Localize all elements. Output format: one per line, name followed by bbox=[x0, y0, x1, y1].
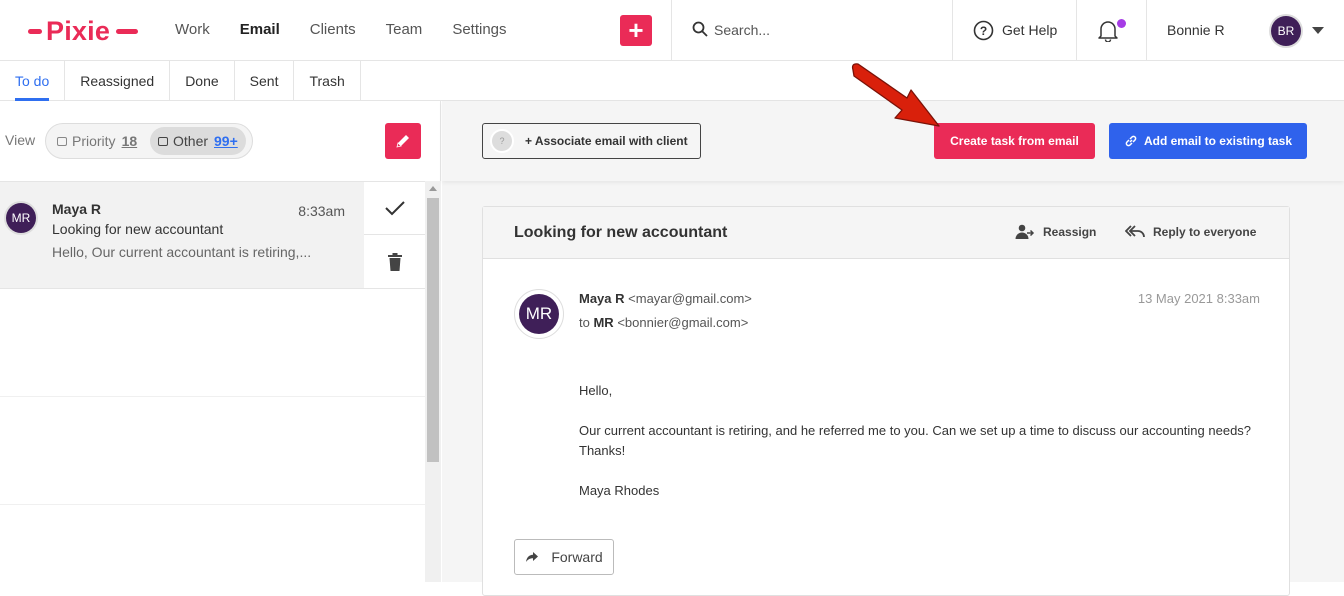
reassign-user-icon bbox=[1015, 224, 1035, 239]
list-scrollbar[interactable] bbox=[425, 181, 441, 582]
add-to-task-label: Add email to existing task bbox=[1143, 134, 1293, 148]
logo-dash-right bbox=[116, 28, 139, 34]
from-name: Maya R bbox=[579, 291, 625, 306]
add-to-task-button[interactable]: Add email to existing task bbox=[1109, 123, 1307, 159]
help-icon: ? bbox=[973, 20, 994, 40]
associate-label: + Associate email with client bbox=[525, 134, 688, 148]
delete-button[interactable] bbox=[364, 235, 425, 288]
forward-button[interactable]: Forward bbox=[514, 539, 614, 575]
scrollbar-thumb[interactable] bbox=[427, 198, 439, 462]
other-label: Other bbox=[173, 133, 209, 149]
nav-settings[interactable]: Settings bbox=[452, 21, 506, 38]
trash-icon bbox=[387, 252, 402, 271]
sender-initials: MR bbox=[519, 294, 559, 334]
reply-all-button[interactable]: Reply to everyone bbox=[1125, 224, 1256, 239]
inbox-icon bbox=[57, 136, 67, 146]
reply-all-icon bbox=[1125, 225, 1145, 238]
view-label: View bbox=[5, 132, 36, 148]
priority-label: Priority bbox=[72, 133, 116, 149]
unknown-client-icon: ? bbox=[490, 129, 514, 153]
user-avatar: BR bbox=[1271, 16, 1301, 46]
list-item[interactable]: MR Maya R 8:33am Looking for new account… bbox=[0, 181, 425, 289]
to-name: MR bbox=[593, 315, 614, 330]
to-prefix: to bbox=[579, 315, 590, 330]
bell-icon bbox=[1098, 21, 1118, 42]
mark-done-button[interactable] bbox=[364, 182, 425, 235]
reply-all-label: Reply to everyone bbox=[1153, 224, 1257, 239]
body-signature: Maya Rhodes bbox=[579, 483, 660, 498]
divider bbox=[0, 504, 425, 505]
compose-button[interactable] bbox=[385, 123, 421, 159]
unread-dot bbox=[1117, 19, 1126, 28]
email-time: 8:33am bbox=[298, 203, 345, 219]
add-new-button[interactable]: + bbox=[620, 15, 652, 46]
email-quick-actions bbox=[364, 182, 425, 288]
scroll-up-icon[interactable] bbox=[429, 186, 437, 191]
avatar: MR bbox=[6, 203, 36, 233]
chevron-down-icon bbox=[1312, 27, 1324, 34]
create-task-button[interactable]: Create task from email bbox=[934, 123, 1095, 159]
priority-count: 18 bbox=[121, 133, 138, 149]
tab-todo[interactable]: To do bbox=[0, 61, 66, 101]
avatar: MR bbox=[514, 289, 564, 339]
tab-done[interactable]: Done bbox=[170, 61, 235, 100]
body-paragraph: Our current accountant is retiring, and … bbox=[579, 423, 1252, 458]
plus-icon: + bbox=[628, 15, 644, 45]
notifications-button[interactable] bbox=[1077, 0, 1147, 60]
logo-text: Pixie bbox=[46, 15, 111, 46]
forward-label: Forward bbox=[551, 549, 603, 565]
pencil-icon bbox=[396, 135, 409, 148]
from-address: <mayar@gmail.com> bbox=[628, 291, 752, 306]
top-navigation: Pixie Work Email Clients Team Settings +… bbox=[0, 0, 1344, 61]
view-bar: View Priority 18 Other 99+ bbox=[0, 101, 441, 181]
tab-reassigned[interactable]: Reassigned bbox=[65, 61, 171, 100]
pixie-logo[interactable]: Pixie bbox=[28, 14, 139, 48]
nav-clients[interactable]: Clients bbox=[310, 21, 356, 38]
view-other-option[interactable]: Other 99+ bbox=[150, 127, 246, 155]
email-sender: Maya R bbox=[52, 201, 102, 217]
tab-trash[interactable]: Trash bbox=[294, 61, 361, 100]
email-header: Looking for new accountant Reassign Repl… bbox=[483, 207, 1289, 259]
email-tabs: To do Reassigned Done Sent Trash bbox=[0, 61, 1344, 101]
email-date: 13 May 2021 8:33am bbox=[1137, 291, 1260, 306]
email-subject: Looking for new accountant bbox=[52, 221, 224, 237]
email-detail-pane: ? + Associate email with client Create t… bbox=[442, 101, 1344, 596]
logo-dash-left bbox=[28, 28, 42, 34]
to-line: to MR <bonnier@gmail.com> bbox=[579, 315, 748, 330]
nav-work[interactable]: Work bbox=[175, 21, 210, 38]
inbox-icon bbox=[158, 136, 168, 146]
other-count: 99+ bbox=[214, 133, 238, 149]
get-help-button[interactable]: ? Get Help bbox=[953, 0, 1077, 60]
nav-email[interactable]: Email bbox=[240, 21, 280, 38]
get-help-label: Get Help bbox=[1002, 22, 1058, 38]
svg-text:?: ? bbox=[980, 24, 987, 38]
associate-client-button[interactable]: ? + Associate email with client bbox=[482, 123, 701, 159]
tab-sent[interactable]: Sent bbox=[235, 61, 295, 100]
body-greeting: Hello, bbox=[579, 383, 613, 398]
view-toggle: Priority 18 Other 99+ bbox=[45, 123, 253, 159]
user-menu[interactable]: Bonnie R BR bbox=[1147, 0, 1344, 60]
view-priority-option[interactable]: Priority 18 bbox=[49, 127, 145, 155]
search-icon bbox=[692, 21, 708, 37]
email-body: Hello, Our current accountant is retirin… bbox=[579, 381, 1269, 521]
email-summary[interactable]: MR Maya R 8:33am Looking for new account… bbox=[0, 182, 364, 288]
from-line: Maya R <mayar@gmail.com> bbox=[579, 291, 752, 306]
forward-icon bbox=[526, 552, 539, 562]
divider bbox=[0, 396, 425, 397]
annotation-arrow-icon bbox=[851, 63, 940, 127]
user-name: Bonnie R bbox=[1167, 22, 1225, 38]
nav-team[interactable]: Team bbox=[386, 21, 423, 38]
email-card: Looking for new accountant Reassign Repl… bbox=[482, 206, 1290, 596]
search-bar bbox=[671, 0, 953, 60]
reassign-button[interactable]: Reassign bbox=[1015, 224, 1096, 240]
email-title: Looking for new accountant bbox=[514, 224, 728, 241]
checkmark-icon bbox=[384, 201, 405, 216]
link-icon bbox=[1125, 135, 1137, 147]
search-input[interactable] bbox=[714, 18, 934, 42]
email-list-pane: View Priority 18 Other 99+ MR Maya R 8:3… bbox=[0, 101, 441, 582]
to-address: <bonnier@gmail.com> bbox=[617, 315, 749, 330]
email-preview: Hello, Our current accountant is retirin… bbox=[52, 244, 312, 260]
reassign-label: Reassign bbox=[1043, 225, 1097, 239]
main-nav: Work Email Clients Team Settings bbox=[175, 21, 537, 38]
